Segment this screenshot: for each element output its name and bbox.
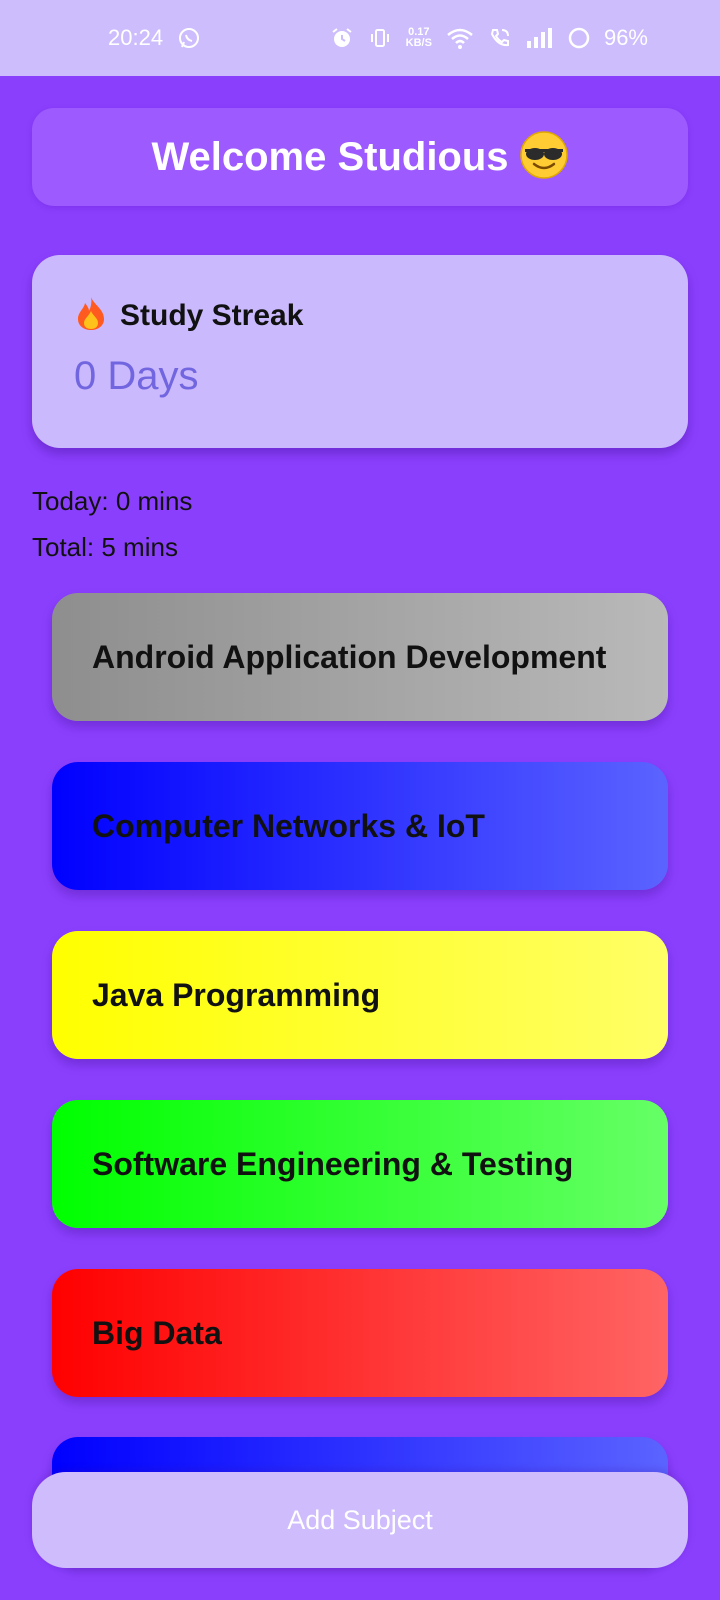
subject-label: Android Application Development	[92, 638, 607, 675]
streak-title-row: Study Streak	[74, 295, 688, 336]
status-time: 20:24	[108, 25, 164, 50]
app-screen: 20:24 0.17 KB/S 96% Welcome Studious Stu…	[0, 0, 720, 1600]
study-streak-card: Study Streak 0 Days	[32, 255, 688, 448]
subject-card[interactable]: Computer Networks & IoT	[52, 762, 668, 890]
subject-label: Computer Networks & IoT	[92, 807, 485, 844]
today-minutes: Today: 0 mins	[32, 486, 193, 516]
subject-label: Java Programming	[92, 976, 381, 1013]
status-bar: 20:24 0.17 KB/S 96%	[0, 0, 720, 76]
subject-label: Software Engineering & Testing	[92, 1145, 574, 1182]
status-left: 20:24	[108, 25, 201, 51]
subject-label: Big Data	[92, 1314, 222, 1351]
study-stats: Today: 0 mins Total: 5 mins	[32, 478, 192, 570]
alarm-icon	[330, 26, 354, 50]
add-subject-label: Add Subject	[287, 1504, 433, 1535]
vibrate-icon	[368, 26, 392, 50]
streak-days-value: 0 Days	[74, 354, 199, 398]
battery-icon	[568, 27, 590, 49]
status-right: 0.17 KB/S 96%	[330, 25, 648, 51]
welcome-text: Welcome Studious	[151, 134, 509, 179]
subject-card[interactable]: Software Engineering & Testing	[52, 1100, 668, 1228]
subject-card[interactable]: Android Application Development	[52, 593, 668, 721]
fire-icon	[74, 295, 108, 336]
add-subject-button[interactable]: Add Subject	[32, 1472, 688, 1568]
wifi-call-icon	[488, 26, 512, 50]
battery-level: 96%	[603, 25, 648, 50]
sunglasses-emoji-icon	[519, 130, 569, 185]
subject-card[interactable]: Java Programming	[52, 931, 668, 1059]
whatsapp-icon	[177, 26, 201, 50]
welcome-banner: Welcome Studious	[32, 108, 688, 206]
network-speed-unit: KB/S	[405, 37, 432, 49]
signal-icon	[526, 27, 554, 49]
wifi-icon	[446, 26, 474, 50]
subject-card[interactable]: Big Data	[52, 1269, 668, 1397]
streak-title: Study Streak	[120, 298, 304, 332]
total-minutes: Total: 5 mins	[32, 532, 178, 562]
network-speed: 0.17 KB/S	[406, 27, 432, 49]
